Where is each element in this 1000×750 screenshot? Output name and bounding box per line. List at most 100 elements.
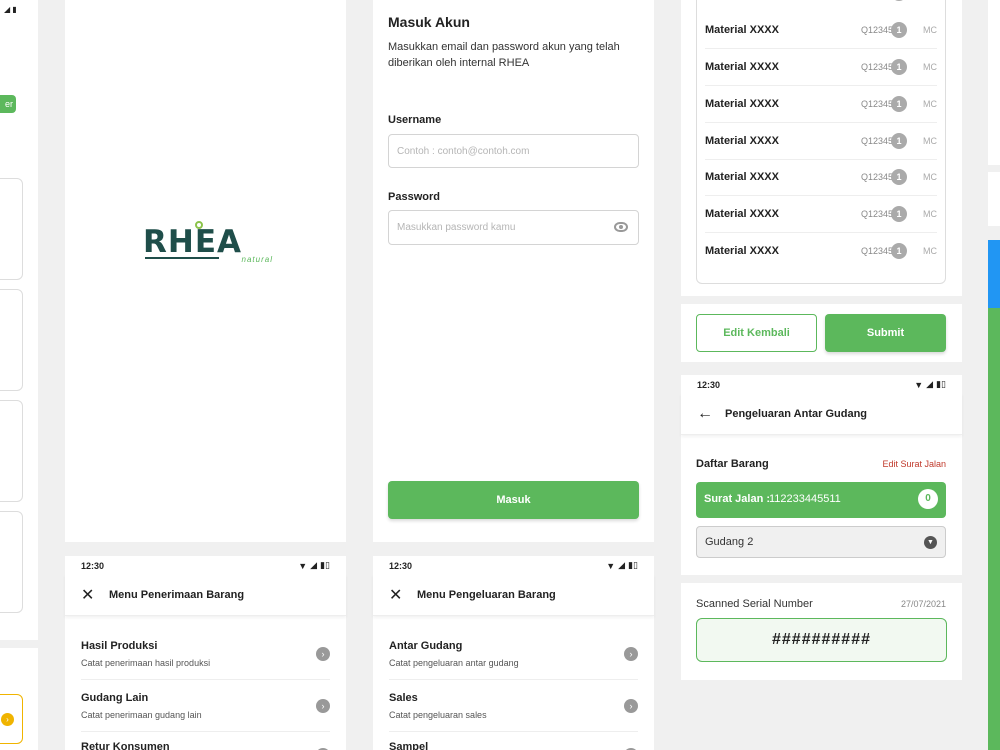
material-row[interactable]: Material XXXX Q12345 1 MC [705, 12, 937, 49]
right-partial-blue-bar [988, 240, 1000, 308]
menu-item-subtitle: Catat penerimaan gudang lain [81, 710, 202, 720]
scanned-date: 27/07/2021 [900, 599, 946, 609]
status-bar: 12:30 ▼ ◢ ▮▯ [373, 556, 654, 574]
status-icons: ▼ ◢ ▮▯ [606, 560, 638, 571]
login-title: Masuk Akun [388, 14, 470, 30]
status-bar: 12:30 ▼ ◢ ▮▯ [65, 556, 346, 574]
chevron-right-icon: › [316, 699, 330, 713]
menu-item-sampel[interactable]: Sampel › [389, 732, 638, 750]
material-code: Q12345 [860, 136, 893, 146]
partial-status-icons: ◢ ▮ [4, 5, 17, 14]
antar-gudang-toolbar: ← Pengeluaran Antar Gudang [681, 393, 962, 435]
menu-item-sales[interactable]: Sales Catat pengeluaran sales › [389, 680, 638, 732]
status-time: 12:30 [697, 380, 721, 390]
chevron-right-icon: › [624, 647, 638, 661]
menu-item-title: Antar Gudang [389, 640, 463, 652]
gudang-select[interactable]: Gudang 2 ▼ [696, 526, 946, 558]
material-code: Q12345 [860, 62, 893, 72]
partial-card-4 [0, 511, 23, 613]
signal-icon: ◢ [926, 379, 934, 389]
menu-item-antar-gudang[interactable]: Antar Gudang Catat pengeluaran antar gud… [389, 628, 638, 680]
material-list-card: Material XXXX Q12345 1 MC Material XXXX … [696, 0, 946, 284]
material-row[interactable]: Material XXXX Q12345 1 MC [705, 49, 937, 86]
menu-item-title: Hasil Produksi [81, 640, 158, 652]
material-unit: MC [923, 99, 937, 109]
material-unit: MC [923, 246, 937, 256]
material-unit: MC [923, 172, 937, 182]
gudang-select-value: Gudang 2 [705, 536, 754, 548]
close-icon[interactable]: ✕ [81, 585, 101, 605]
close-icon[interactable]: ✕ [389, 585, 409, 605]
chevron-right-icon: › [624, 699, 638, 713]
logo-underline [145, 257, 219, 259]
menu-item-hasil-produksi[interactable]: Hasil Produksi Catat penerimaan hasil pr… [81, 628, 330, 680]
menu-item-retur-konsumen[interactable]: Retur Konsumen › [81, 732, 330, 750]
material-name: Material XXXX [705, 245, 779, 257]
material-code: Q12345 [860, 172, 893, 182]
login-button[interactable]: Masuk [388, 481, 639, 519]
surat-jalan-number: 112233445511 [769, 493, 841, 505]
material-row[interactable]: Material XXXX Q12345 1 MC [705, 233, 937, 270]
partial-yellow-card[interactable]: › [0, 694, 23, 744]
edit-kembali-button[interactable]: Edit Kembali [696, 314, 817, 352]
edit-kembali-label: Edit Kembali [723, 327, 790, 339]
logo-subtext: natural [241, 255, 273, 264]
material-unit: MC [923, 136, 937, 146]
material-code: Q12345 [860, 25, 893, 35]
material-list-screen: Material XXXX Q12345 1 MC Material XXXX … [681, 0, 962, 296]
login-button-label: Masuk [496, 494, 531, 506]
battery-icon: ▮▯ [628, 560, 638, 570]
material-qty-badge: 1 [891, 169, 907, 185]
right-partial-panel [988, 0, 1000, 165]
status-time: 12:30 [389, 561, 413, 571]
partial-green-button[interactable]: er [0, 95, 16, 113]
material-name: Material XXXX [705, 24, 779, 36]
menu-item-title: Sampel [389, 741, 429, 750]
material-row[interactable]: Material XXXX Q12345 1 MC [705, 86, 937, 123]
password-input[interactable]: Masukkan password kamu [388, 210, 639, 245]
antar-gudang-screen: 12:30 ▼ ◢ ▮▯ ← Pengeluaran Antar Gudang Da… [681, 375, 962, 575]
submit-label: Submit [866, 327, 905, 339]
eye-icon[interactable] [614, 222, 628, 232]
serial-number-field[interactable]: ########## [696, 618, 947, 662]
wifi-icon: ▼ [606, 560, 616, 571]
material-name: Material XXXX [705, 61, 779, 73]
battery-icon: ▮▯ [936, 379, 946, 389]
dropdown-icon: ▼ [924, 536, 937, 549]
material-qty-badge: 1 [891, 206, 907, 222]
right-partial-green-bar [988, 308, 1000, 750]
material-unit: MC [923, 25, 937, 35]
material-row[interactable]: Material XXXX Q12345 1 MC [705, 123, 937, 160]
material-row[interactable]: Material XXXX Q12345 1 MC [705, 159, 937, 196]
material-qty-badge: 1 [891, 22, 907, 38]
surat-jalan-label: Surat Jalan : [704, 493, 771, 505]
menu-item-subtitle: Catat pengeluaran antar gudang [389, 658, 519, 668]
material-name: Material XXXX [705, 171, 779, 183]
logo-leaf-icon [195, 221, 203, 229]
serial-number-value: ########## [772, 631, 871, 648]
material-actions: Edit Kembali Submit [681, 304, 962, 362]
penerimaan-toolbar: ✕ Menu Penerimaan Barang [65, 574, 346, 616]
pengeluaran-title: Menu Pengeluaran Barang [417, 588, 556, 601]
surat-jalan-count-badge: 0 [918, 489, 938, 509]
submit-button[interactable]: Submit [825, 314, 946, 352]
login-description: Masukkan email dan password akun yang te… [388, 41, 620, 69]
signal-icon: ◢ [310, 560, 318, 570]
warning-icon: › [1, 713, 14, 726]
material-code: Q12345 [860, 246, 893, 256]
partial-card-2 [0, 289, 23, 391]
left-partial-panel: ◢ ▮ er [0, 0, 38, 640]
surat-jalan-bar[interactable]: Surat Jalan : 112233445511 0 [696, 482, 946, 518]
material-name: Material XXXX [705, 208, 779, 220]
material-unit: MC [923, 209, 937, 219]
back-arrow-icon[interactable]: ← [697, 405, 717, 423]
material-row[interactable]: Material XXXX Q12345 1 MC [705, 196, 937, 233]
login-screen: Masuk Akun Masukkan email dan password a… [373, 0, 654, 542]
menu-item-gudang-lain[interactable]: Gudang Lain Catat penerimaan gudang lain… [81, 680, 330, 732]
username-label: Username [388, 114, 442, 126]
edit-surat-jalan-link[interactable]: Edit Surat Jalan [882, 459, 946, 469]
penerimaan-screen: 12:30 ▼ ◢ ▮▯ ✕ Menu Penerimaan Barang Hasi… [65, 556, 346, 750]
splash-screen: RHEA natural [65, 0, 346, 542]
username-input[interactable]: Contoh : contoh@contoh.com [388, 134, 639, 168]
pengeluaran-screen: 12:30 ▼ ◢ ▮▯ ✕ Menu Pengeluaran Barang Ant… [373, 556, 654, 750]
